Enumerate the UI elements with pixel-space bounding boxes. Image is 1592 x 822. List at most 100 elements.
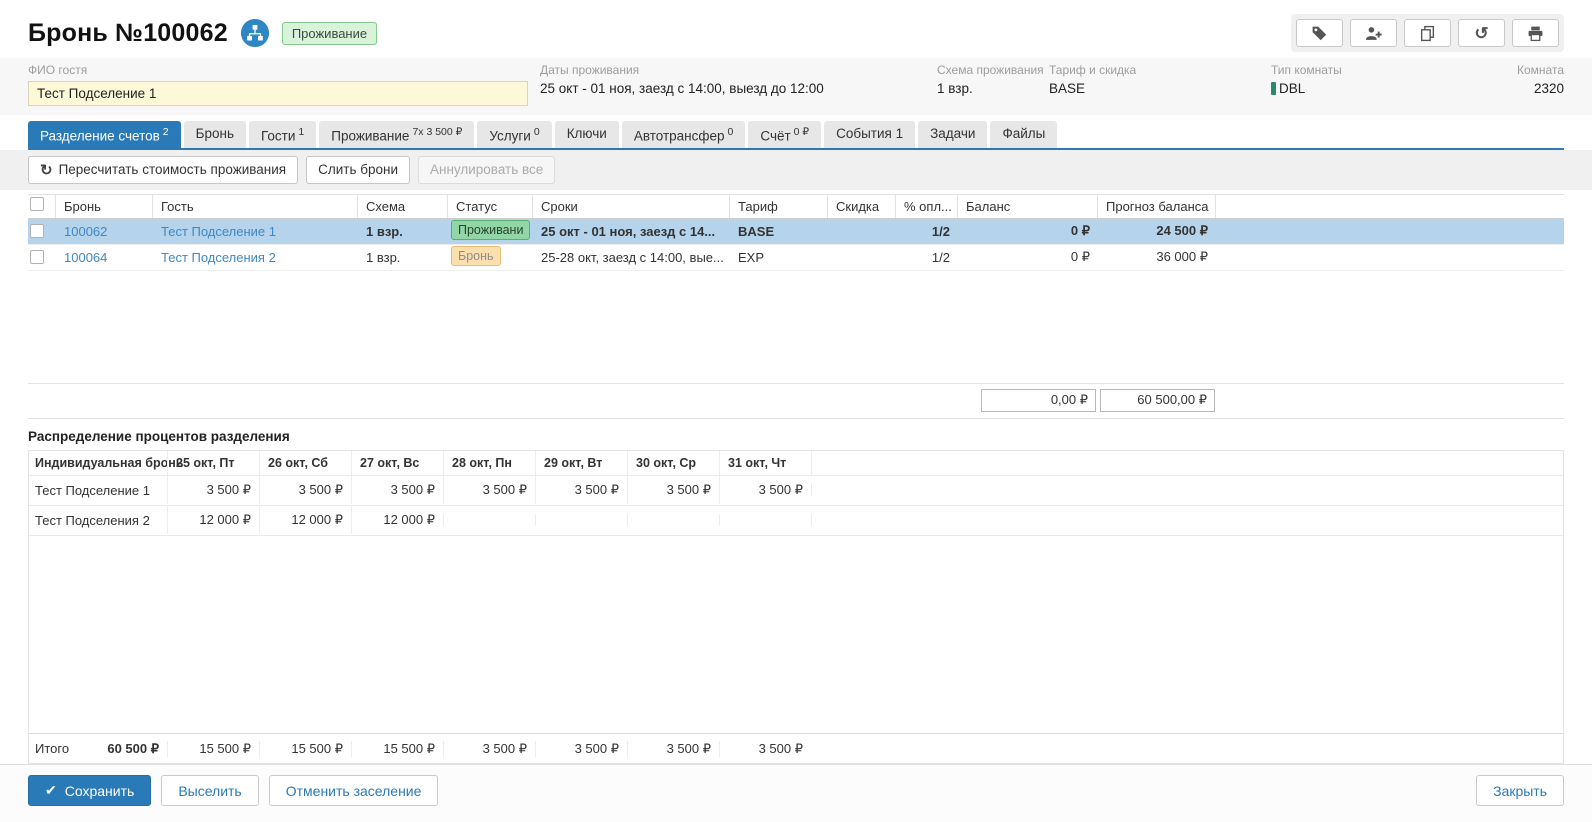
day-total: 3 500 ₽ [443,741,535,757]
col-header-discount: Скидка [828,195,896,218]
tab-accommodation[interactable]: Проживание7x 3 500 ₽ [319,121,474,148]
col-header-forecast: Прогноз баланса [1098,195,1216,218]
row-checkbox[interactable] [30,250,44,264]
total-label: Итого [35,741,69,756]
room-value[interactable]: 2320 [1534,81,1564,96]
cell-balance: 0 ₽ [958,249,1098,265]
day-amount[interactable] [627,514,719,526]
tab-tasks[interactable]: Задачи [918,121,987,148]
actions-toolbar: ↻ Пересчитать стоимость проживания Слить… [0,150,1592,190]
guest-link[interactable]: Тест Подселение 1 [161,224,276,239]
refresh-icon: ↻ [40,161,53,179]
col-header-date: 30 окт, Ср [627,451,719,475]
status-badge: Бронь [451,246,501,266]
booking-id-link[interactable]: 100064 [64,250,107,265]
col-header-tariff: Тариф [730,195,828,218]
day-amount[interactable]: 3 500 ₽ [259,476,351,504]
day-total: 15 500 ₽ [167,741,259,757]
day-amount[interactable] [719,514,811,526]
col-header-date: 25 окт, Пт [167,451,259,475]
distribution-table-empty-area [29,536,1563,734]
tab-autotransfer[interactable]: Автотрансфер0 [622,121,746,148]
col-header-guest: Гость [153,195,358,218]
tariff-value[interactable]: BASE [1049,81,1259,96]
row-checkbox[interactable] [30,224,44,238]
day-amount[interactable]: 12 000 ₽ [351,506,443,534]
bookings-totals-row: 0,00 ₽ 60 500,00 ₽ [28,383,1564,419]
day-amount[interactable]: 3 500 ₽ [535,476,627,504]
print-icon[interactable] [1512,19,1559,47]
tab-guests[interactable]: Гости1 [249,121,316,148]
copy-icon[interactable] [1404,19,1451,47]
tab-invoice[interactable]: Счёт0 ₽ [748,121,821,148]
select-all-checkbox[interactable] [30,197,44,211]
day-amount[interactable] [443,514,535,526]
tab-services[interactable]: Услуги0 [477,121,551,148]
stay-dates-value[interactable]: 25 окт - 01 ноя, заезд с 14:00, выезд до… [540,81,925,96]
bookings-table: Бронь Гость Схема Статус Сроки Тариф Ски… [28,194,1564,419]
recalculate-cost-button[interactable]: ↻ Пересчитать стоимость проживания [28,156,298,184]
merge-bookings-button[interactable]: Слить брони [306,156,410,184]
day-amount[interactable]: 12 000 ₽ [259,506,351,534]
scheme-value[interactable]: 1 взр. [937,81,1037,96]
day-total: 15 500 ₽ [351,741,443,757]
tariff-label: Тариф и скидка [1049,63,1259,77]
info-bar: ФИО гостя Даты проживания 25 окт - 01 но… [0,58,1592,115]
evict-button[interactable]: Выселить [161,775,258,806]
guest-name-input[interactable] [28,81,528,106]
save-button[interactable]: ✔ Сохранить [28,775,151,806]
tab-keys[interactable]: Ключи [555,121,619,148]
cell-forecast: 36 000 ₽ [1098,249,1216,265]
day-amount[interactable]: 3 500 ₽ [443,476,535,504]
close-button[interactable]: Закрыть [1476,775,1564,806]
day-amount[interactable]: 3 500 ₽ [627,476,719,504]
tag-icon[interactable] [1296,19,1343,47]
bookings-table-header: Бронь Гость Схема Статус Сроки Тариф Ски… [28,194,1564,219]
room-type-value[interactable]: DBL [1271,81,1471,96]
day-amount[interactable]: 3 500 ₽ [719,476,811,504]
tab-booking[interactable]: Бронь [184,121,246,148]
day-total: 3 500 ₽ [719,741,811,757]
page-title: Бронь №100062 [28,19,228,48]
col-header-scheme: Схема [358,195,448,218]
booking-id-link[interactable]: 100062 [64,224,107,239]
cell-scheme: 1 взр. [358,224,448,239]
distribution-section-title: Распределение процентов разделения [28,429,1564,444]
cancel-checkin-button[interactable]: Отменить заселение [269,775,439,806]
room-type-label: Тип комнаты [1271,63,1471,77]
tab-bar: Разделение счетов2 Бронь Гости1 Проживан… [28,121,1564,150]
day-total: 3 500 ₽ [535,741,627,757]
guest-link[interactable]: Тест Подселения 2 [161,250,276,265]
col-header-date: 31 окт, Чт [719,451,811,475]
history-icon[interactable]: ↺ [1458,19,1505,47]
booking-page: Бронь №100062 Проживание ↺ [0,0,1592,822]
distribution-table-body: Тест Подселение 1 3 500 ₽ 3 500 ₽ 3 500 … [29,476,1563,536]
add-guest-icon[interactable] [1350,19,1397,47]
annul-all-button[interactable]: Аннулировать все [418,156,555,184]
tab-files[interactable]: Файлы [990,121,1057,148]
scheme-label: Схема проживания [937,63,1037,77]
check-icon: ✔ [45,782,57,799]
booking-row-100062[interactable]: 100062 Тест Подселение 1 1 взр. Проживан… [28,219,1564,245]
guest-name: Тест Подселения 2 [29,507,167,534]
status-badge: Проживани [451,220,530,240]
col-header-date: 29 окт, Вт [535,451,627,475]
cell-dates: 25 окт - 01 ноя, заезд с 14... [533,224,730,239]
day-amount[interactable]: 3 500 ₽ [351,476,443,504]
day-total: 3 500 ₽ [627,741,719,757]
day-amount[interactable] [535,514,627,526]
distribution-table: Индивидуальная бронь 25 окт, Пт 26 окт, … [28,450,1564,765]
col-header-balance: Баланс [958,195,1098,218]
group-booking-icon[interactable] [240,18,270,48]
booking-row-100064[interactable]: 100064 Тест Подселения 2 1 взр. Бронь 25… [28,245,1564,271]
tab-split-invoices[interactable]: Разделение счетов2 [28,121,181,148]
guest-name: Тест Подселение 1 [29,477,167,504]
booking-header: Бронь №100062 Проживание ↺ [28,14,1564,52]
day-amount[interactable]: 12 000 ₽ [167,506,259,534]
footer-bar: ✔ Сохранить Выселить Отменить заселение … [0,764,1592,822]
col-header-status: Статус [448,195,533,218]
tab-events[interactable]: События 1 [824,121,915,148]
col-header-id: Бронь [56,195,153,218]
day-amount[interactable]: 3 500 ₽ [167,476,259,504]
cell-paid-percent: 1/2 [896,224,958,239]
